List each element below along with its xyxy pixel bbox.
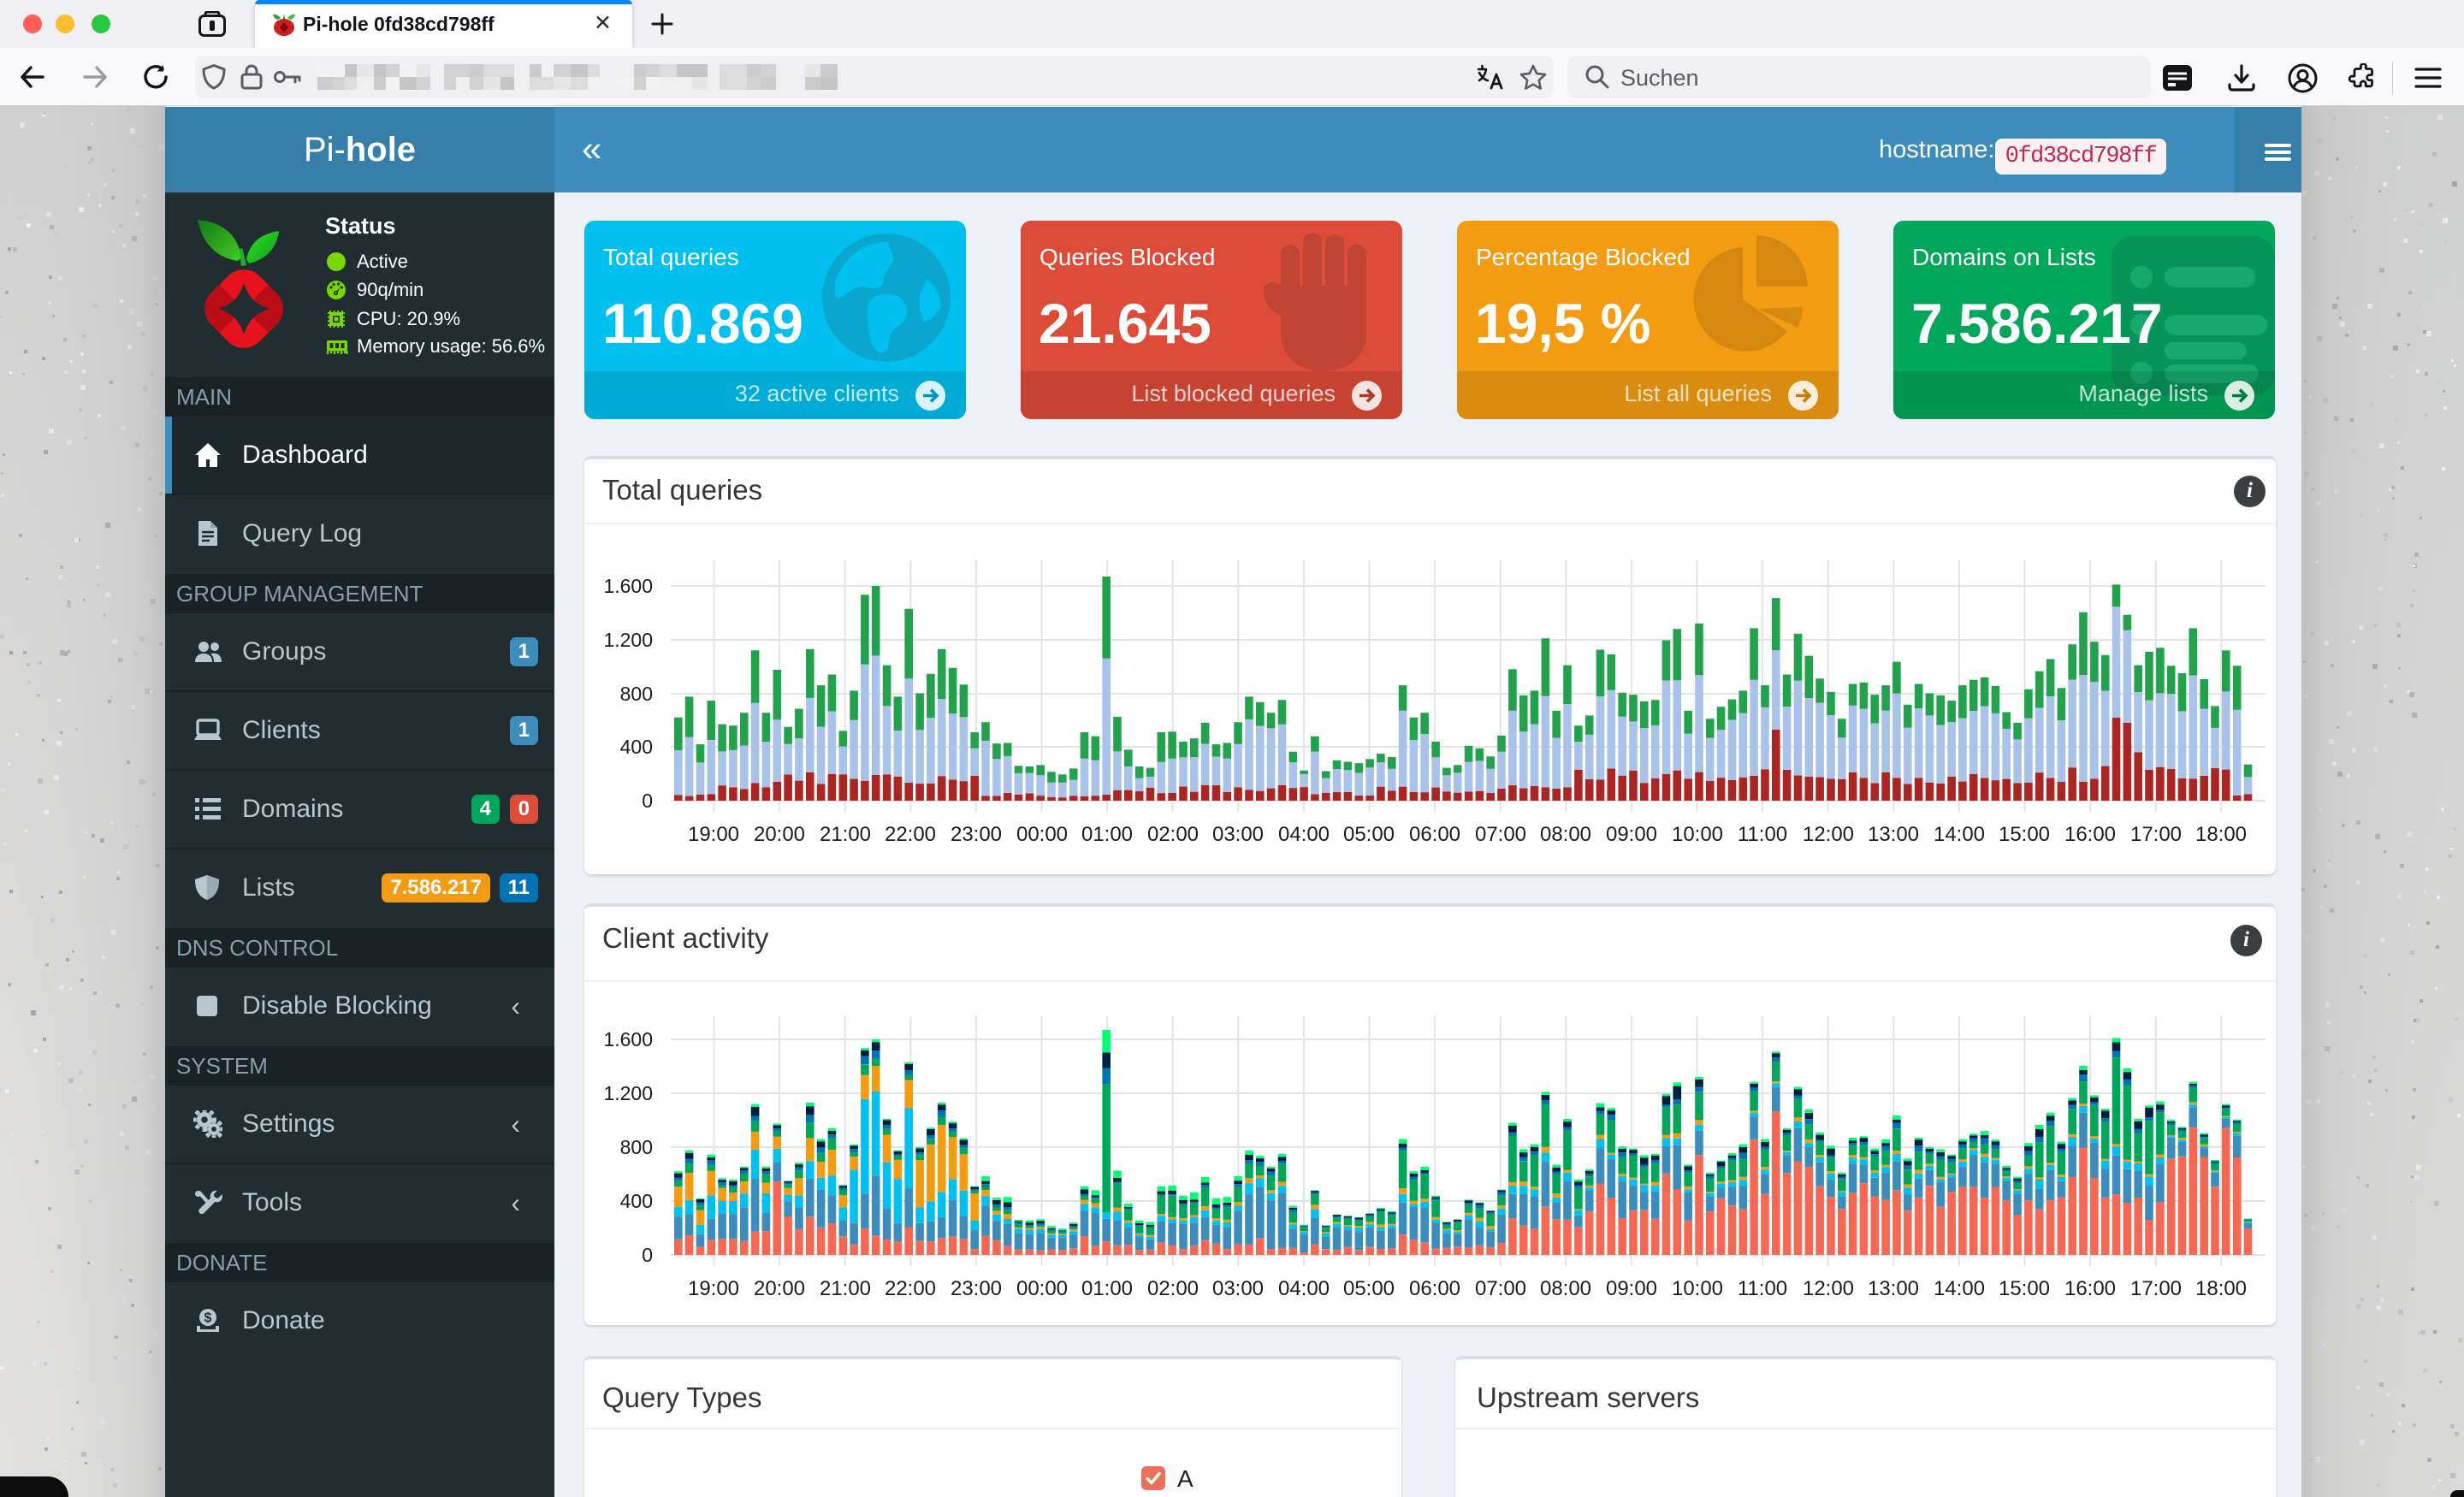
svg-text:20:00: 20:00: [754, 823, 805, 846]
svg-text:800: 800: [620, 1136, 653, 1158]
svg-text:07:00: 07:00: [1475, 1277, 1526, 1300]
svg-text:13:00: 13:00: [1868, 1277, 1919, 1300]
svg-text:12:00: 12:00: [1803, 1277, 1854, 1300]
svg-text:12:00: 12:00: [1803, 823, 1854, 846]
svg-text:04:00: 04:00: [1278, 1277, 1330, 1300]
svg-text:15:00: 15:00: [1999, 823, 2050, 846]
svg-text:08:00: 08:00: [1540, 823, 1591, 846]
svg-text:1.200: 1.200: [603, 629, 653, 651]
svg-text:23:00: 23:00: [951, 1277, 1002, 1300]
svg-text:08:00: 08:00: [1540, 1277, 1591, 1300]
svg-text:16:00: 16:00: [2064, 1277, 2116, 1300]
svg-text:05:00: 05:00: [1343, 823, 1395, 846]
svg-text:05:00: 05:00: [1343, 1277, 1395, 1300]
svg-text:22:00: 22:00: [885, 1277, 936, 1300]
svg-text:20:00: 20:00: [754, 1277, 805, 1300]
svg-text:13:00: 13:00: [1868, 823, 1919, 846]
svg-text:02:00: 02:00: [1147, 1277, 1199, 1300]
svg-text:03:00: 03:00: [1212, 823, 1264, 846]
svg-text:00:00: 00:00: [1016, 823, 1068, 846]
svg-text:1.600: 1.600: [603, 575, 653, 597]
svg-text:19:00: 19:00: [688, 1277, 739, 1300]
svg-text:16:00: 16:00: [2064, 823, 2116, 846]
svg-text:10:00: 10:00: [1672, 1277, 1723, 1300]
svg-text:11:00: 11:00: [1738, 1277, 1787, 1300]
svg-text:22:00: 22:00: [885, 823, 936, 846]
svg-text:$: $: [204, 1311, 212, 1326]
svg-text:18:00: 18:00: [2195, 1277, 2247, 1300]
svg-text:14:00: 14:00: [1934, 1277, 1985, 1300]
svg-text:17:00: 17:00: [2130, 823, 2182, 846]
svg-text:0: 0: [642, 790, 653, 812]
svg-text:06:00: 06:00: [1409, 823, 1460, 846]
svg-text:21:00: 21:00: [820, 1277, 871, 1300]
svg-text:10:00: 10:00: [1672, 823, 1723, 846]
svg-text:18:00: 18:00: [2195, 823, 2247, 846]
svg-text:09:00: 09:00: [1606, 1277, 1657, 1300]
svg-text:01:00: 01:00: [1081, 1277, 1133, 1300]
svg-text:15:00: 15:00: [1999, 1277, 2050, 1300]
svg-text:800: 800: [620, 683, 653, 705]
svg-text:23:00: 23:00: [951, 823, 1002, 846]
svg-text:21:00: 21:00: [820, 823, 871, 846]
svg-text:04:00: 04:00: [1278, 823, 1330, 846]
svg-text:1.600: 1.600: [603, 1028, 653, 1050]
svg-text:14:00: 14:00: [1934, 823, 1985, 846]
svg-text:03:00: 03:00: [1212, 1277, 1264, 1300]
svg-text:17:00: 17:00: [2130, 1277, 2182, 1300]
svg-text:400: 400: [620, 736, 653, 758]
svg-text:01:00: 01:00: [1081, 823, 1133, 846]
svg-text:0: 0: [642, 1244, 653, 1266]
svg-text:06:00: 06:00: [1409, 1277, 1460, 1300]
svg-text:07:00: 07:00: [1475, 823, 1526, 846]
svg-text:02:00: 02:00: [1147, 823, 1199, 846]
svg-text:00:00: 00:00: [1016, 1277, 1068, 1300]
svg-text:400: 400: [620, 1190, 653, 1212]
svg-text:09:00: 09:00: [1606, 823, 1657, 846]
svg-text:1.200: 1.200: [603, 1082, 653, 1104]
svg-text:11:00: 11:00: [1738, 823, 1787, 846]
svg-text:19:00: 19:00: [688, 823, 739, 846]
